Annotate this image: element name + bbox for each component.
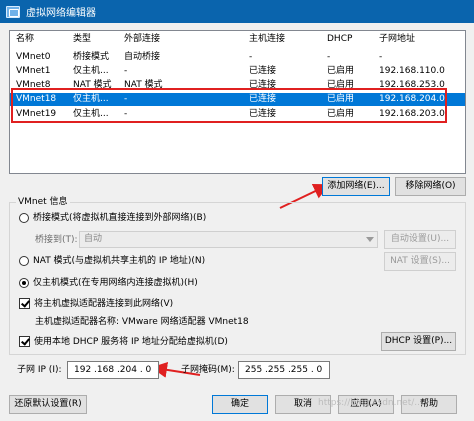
bridged-mode-radio[interactable] — [19, 213, 29, 223]
nat-settings-button[interactable]: NAT 设置(S)... — [384, 252, 456, 271]
hostonly-mode-label[interactable]: 仅主机模式(在专用网络内连接虚拟机)(H) — [33, 277, 198, 289]
column-header-subnet[interactable]: 子网地址 — [373, 33, 465, 46]
nat-mode-label[interactable]: NAT 模式(与虚拟机共享主机的 IP 地址)(N) — [33, 255, 205, 267]
row-host: - — [249, 52, 253, 62]
chevron-down-icon — [366, 237, 374, 242]
subnet-mask-field[interactable]: 255 .255 .255 . 0 — [238, 361, 330, 379]
vmnet-info-label: VMnet 信息 — [16, 196, 70, 208]
subnet-ip-field[interactable]: 192 .168 .204 . 0 — [67, 361, 159, 379]
use-dhcp-checkbox[interactable] — [19, 336, 30, 347]
bridged-to-select[interactable]: 自动 — [79, 231, 378, 248]
column-header-host[interactable]: 主机连接 — [243, 33, 321, 46]
row-host: 已连接 — [249, 66, 277, 76]
title-bar: 虚拟网络编辑器 — [0, 0, 474, 23]
row-dhcp: - — [327, 52, 331, 62]
network-row-vmnet0[interactable]: VMnet0 桥接模式 自动桥接 - - - — [10, 51, 465, 64]
row-external: 自动桥接 — [124, 52, 161, 62]
watermark-text: https://blog.csdn.net/... — [318, 398, 423, 408]
connect-adapter-label[interactable]: 将主机虚拟适配器连接到此网络(V) — [34, 298, 173, 310]
bridged-to-value: 自动 — [84, 234, 103, 244]
bridged-mode-label[interactable]: 桥接模式(将虚拟机直接连接到外部网络)(B) — [33, 212, 206, 224]
ok-button[interactable]: 确定 — [212, 395, 268, 414]
restore-defaults-button[interactable]: 还原默认设置(R) — [9, 395, 87, 414]
remove-network-button[interactable]: 移除网络(O) — [395, 177, 466, 196]
annotation-highlight-box — [11, 88, 447, 123]
subnet-mask-label: 子网掩码(M): — [181, 365, 235, 375]
subnet-ip-label: 子网 IP (I): — [17, 365, 62, 375]
window-title: 虚拟网络编辑器 — [26, 8, 96, 19]
dhcp-settings-button[interactable]: DHCP 设置(P)... — [381, 332, 456, 351]
row-name: VMnet0 — [16, 52, 51, 62]
column-header-type[interactable]: 类型 — [67, 33, 118, 46]
row-dhcp: 已启用 — [327, 66, 355, 76]
list-header: 名称 类型 外部连接 主机连接 DHCP 子网地址 — [10, 33, 465, 46]
bridged-to-label: 桥接到(T): — [35, 235, 78, 245]
column-header-dhcp[interactable]: DHCP — [321, 33, 373, 46]
row-type: 桥接模式 — [73, 52, 110, 62]
row-subnet: - — [379, 52, 383, 62]
row-name: VMnet1 — [16, 66, 51, 76]
nat-mode-radio[interactable] — [19, 256, 29, 266]
use-dhcp-label[interactable]: 使用本地 DHCP 服务将 IP 地址分配给虚拟机(D) — [34, 336, 228, 348]
vmware-network-icon — [6, 5, 20, 18]
adapter-name-label: 主机虚拟适配器名称: VMware 网络适配器 VMnet18 — [35, 317, 249, 327]
row-type: 仅主机... — [73, 66, 109, 76]
row-external: - — [124, 66, 128, 76]
row-subnet: 192.168.110.0 — [379, 66, 445, 76]
column-header-external[interactable]: 外部连接 — [118, 33, 243, 46]
hostonly-mode-radio[interactable] — [19, 278, 29, 288]
network-row-vmnet1[interactable]: VMnet1 仅主机... - 已连接 已启用 192.168.110.0 — [10, 65, 465, 78]
auto-settings-button[interactable]: 自动设置(U)... — [384, 230, 456, 249]
column-header-name[interactable]: 名称 — [10, 33, 67, 46]
connect-adapter-checkbox[interactable] — [19, 298, 30, 309]
add-network-button[interactable]: 添加网络(E)... — [322, 177, 390, 196]
